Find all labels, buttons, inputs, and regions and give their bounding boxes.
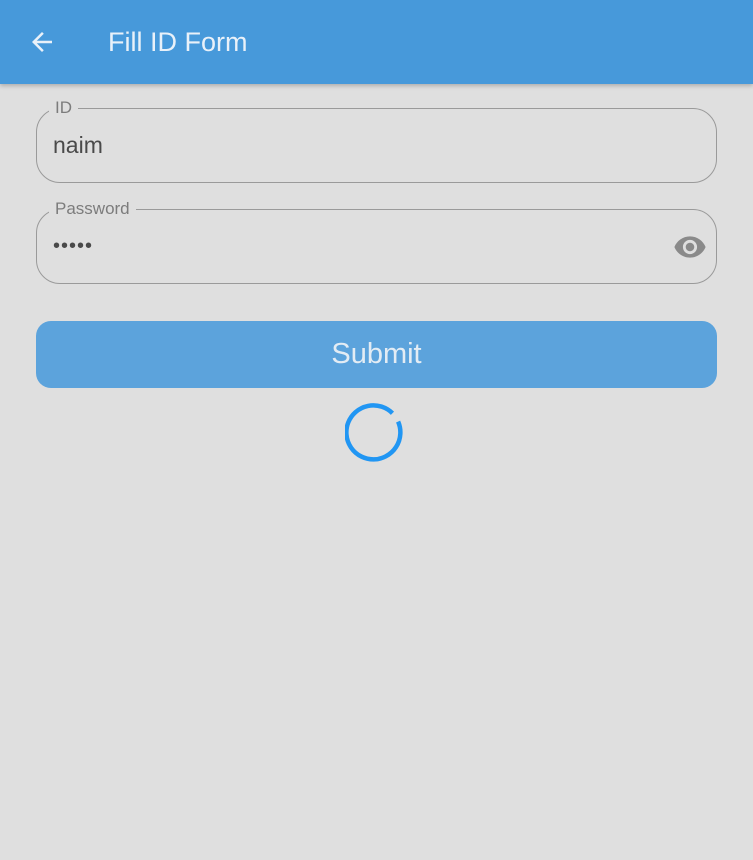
arrow-back-icon xyxy=(32,32,52,52)
password-field-value[interactable]: ••••• xyxy=(53,210,93,283)
loading-spinner xyxy=(345,403,403,462)
id-field[interactable]: ID naim xyxy=(36,98,717,183)
back-button[interactable] xyxy=(18,18,66,66)
password-field[interactable]: Password ••••• xyxy=(36,199,717,284)
spinner-arc xyxy=(345,403,403,462)
submit-button[interactable]: Submit xyxy=(36,321,717,388)
eye-icon xyxy=(674,236,706,258)
id-field-value[interactable]: naim xyxy=(53,109,103,182)
app-bar: Fill ID Form xyxy=(0,0,753,84)
page-title: Fill ID Form xyxy=(108,27,248,57)
toggle-password-visibility-button[interactable] xyxy=(672,229,708,265)
